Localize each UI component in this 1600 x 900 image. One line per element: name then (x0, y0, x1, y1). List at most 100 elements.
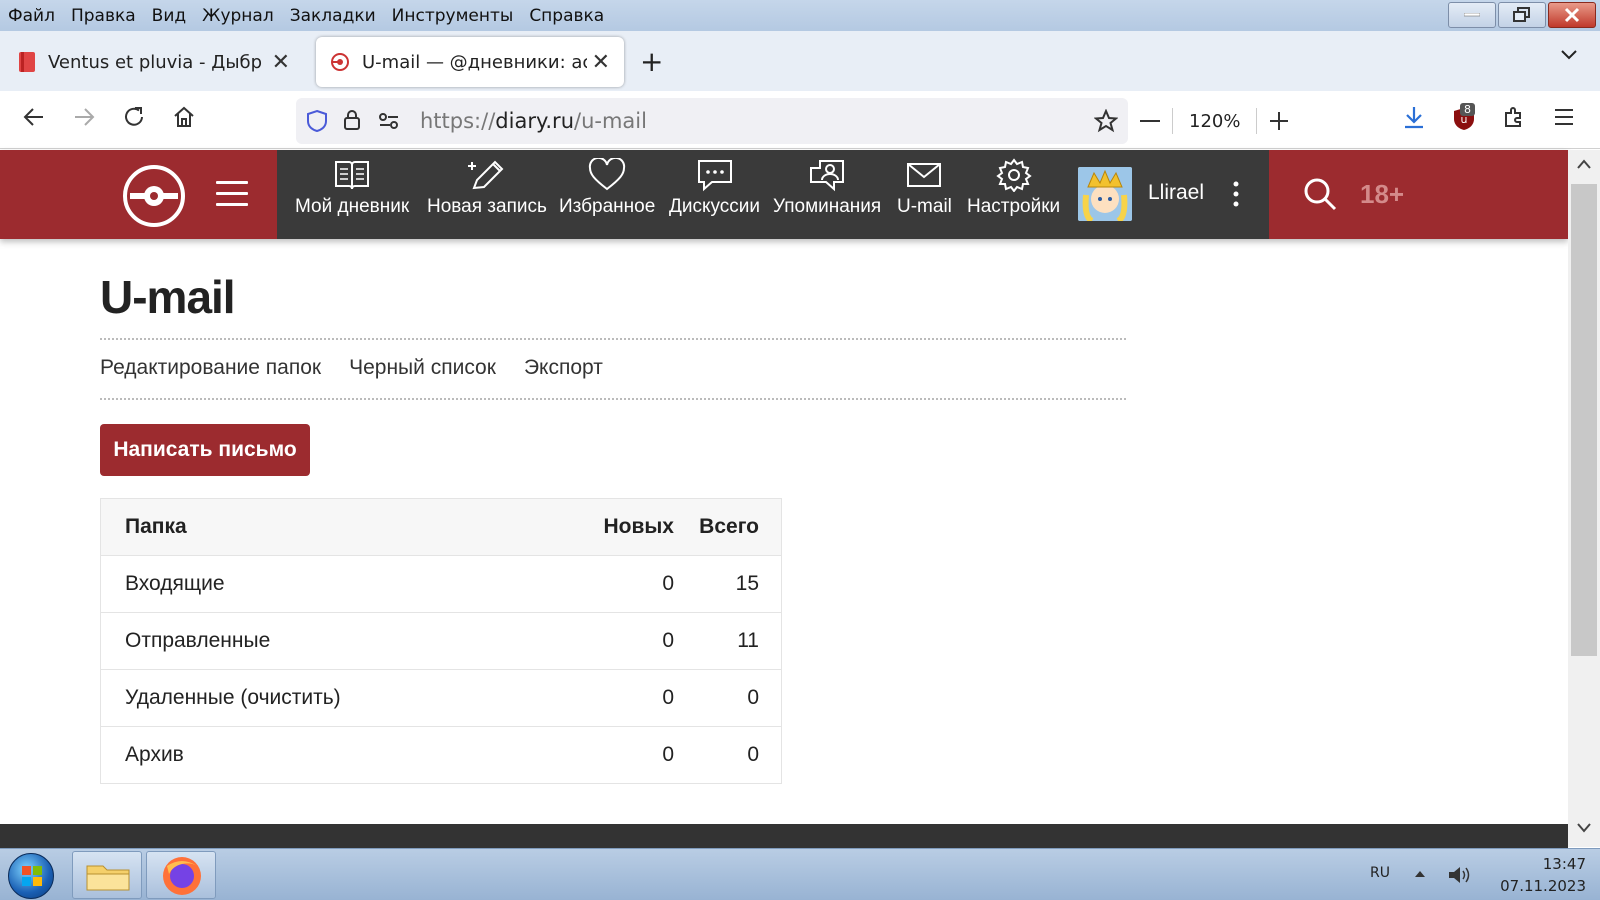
folder-name[interactable]: Входящие (101, 572, 571, 596)
window-controls (1448, 2, 1596, 28)
download-icon[interactable] (1402, 105, 1426, 131)
chat-icon (697, 160, 732, 192)
nav-label: U-mail (897, 196, 952, 217)
blacklist-link[interactable]: Черный список (349, 356, 496, 380)
menu-file[interactable]: Файл (0, 6, 63, 26)
nav-label: Мой дневник (295, 196, 410, 217)
shield-icon[interactable] (306, 109, 328, 133)
reload-icon[interactable] (122, 105, 146, 129)
restore-button[interactable] (1498, 2, 1546, 28)
nav-label: Настройки (967, 196, 1061, 217)
taskbar: RU 13:47 07.11.2023 (0, 848, 1600, 900)
tab-ventus[interactable]: Ventus et pluvia - Дыбр ✕ (4, 37, 304, 87)
nav-bar: https://diary.ru/u-mail 120% u 8 (0, 91, 1600, 149)
extensions-puzzle-icon[interactable] (1502, 105, 1526, 129)
restore-icon (1513, 7, 1530, 22)
bookmark-star-icon[interactable] (1094, 109, 1118, 133)
header-total: Всего (699, 515, 759, 538)
username[interactable]: Llirael (1148, 181, 1204, 205)
hamburger-menu-icon[interactable] (216, 181, 248, 214)
scroll-up-icon[interactable] (1576, 158, 1592, 170)
menu-edit[interactable]: Правка (63, 6, 144, 26)
folder-name[interactable]: Архив (101, 743, 571, 767)
scroll-down-icon[interactable] (1576, 822, 1592, 834)
diary-logo-icon[interactable] (122, 164, 186, 228)
folder-total-count: 0 (747, 743, 759, 766)
menu-help[interactable]: Справка (521, 6, 612, 26)
nav-favorites[interactable]: Избранное (559, 158, 655, 218)
language-indicator[interactable]: RU (1370, 865, 1390, 881)
url-text[interactable]: https://diary.ru/u-mail (420, 109, 647, 133)
forward-icon[interactable] (72, 105, 96, 129)
tab-close-button[interactable]: ✕ (592, 50, 610, 75)
folder-total-count: 0 (747, 686, 759, 709)
close-icon (1564, 7, 1580, 23)
clock-date[interactable]: 07.11.2023 (1486, 877, 1586, 895)
menu-history[interactable]: Журнал (194, 6, 282, 26)
folder-new-count: 0 (662, 743, 674, 766)
nav-umail[interactable]: U-mail (897, 158, 952, 218)
app-menu-icon[interactable] (1552, 105, 1576, 129)
scroll-thumb[interactable] (1571, 184, 1597, 656)
url-prefix: https:// (420, 109, 496, 133)
header-folder: Папка (125, 515, 187, 538)
vertical-scrollbar[interactable] (1568, 150, 1600, 847)
zoom-level[interactable]: 120% (1189, 111, 1240, 132)
minimize-icon (1464, 13, 1480, 17)
tab-close-button[interactable]: ✕ (272, 50, 290, 75)
divider (100, 338, 1126, 340)
minimize-button[interactable] (1448, 2, 1496, 28)
site-footer (0, 824, 1568, 848)
export-link[interactable]: Экспорт (524, 356, 603, 380)
nav-settings[interactable]: Настройки (967, 158, 1060, 218)
nav-mentions[interactable]: Упоминания (773, 158, 881, 218)
nav-label: Новая запись (427, 196, 547, 217)
age-rating-badge[interactable]: 18+ (1360, 179, 1404, 210)
clock-time[interactable]: 13:47 (1486, 855, 1586, 873)
address-bar[interactable]: https://diary.ru/u-mail (296, 98, 1128, 144)
search-icon[interactable] (1302, 176, 1338, 212)
taskbar-firefox[interactable] (146, 851, 216, 899)
back-icon[interactable] (22, 105, 46, 129)
home-icon[interactable] (172, 105, 196, 129)
divider (100, 398, 1126, 400)
menu-bar: Файл Правка Вид Журнал Закладки Инструме… (0, 0, 1600, 31)
folder-name[interactable]: Отправленные (101, 629, 571, 653)
windows-logo-icon (22, 866, 42, 886)
zoom-controls: 120% (1140, 101, 1289, 141)
edit-folders-link[interactable]: Редактирование папок (100, 356, 321, 380)
volume-icon[interactable] (1446, 863, 1472, 887)
pen-icon (467, 160, 504, 190)
table-row[interactable]: Отправленные 0 11 (101, 612, 781, 669)
bookmark-favicon-icon (19, 52, 35, 72)
taskbar-explorer[interactable] (72, 851, 142, 899)
menu-bookmarks[interactable]: Закладки (282, 6, 384, 26)
tab-title: Ventus et pluvia - Дыбр (48, 51, 263, 73)
more-vertical-icon[interactable] (1232, 180, 1240, 208)
folder-new-count: 0 (662, 629, 674, 652)
table-row[interactable]: Входящие 0 15 (101, 555, 781, 612)
permissions-icon[interactable] (378, 112, 400, 130)
tab-bar: Ventus et pluvia - Дыбр ✕ U-mail — @днев… (0, 31, 1600, 91)
menu-view[interactable]: Вид (144, 6, 194, 26)
start-button[interactable] (8, 853, 54, 899)
nav-label: Упоминания (773, 196, 882, 217)
nav-my-diary[interactable]: Мой дневник (295, 158, 409, 218)
zoom-in-icon[interactable] (1269, 111, 1289, 131)
new-tab-button[interactable]: + (640, 45, 663, 78)
tab-umail[interactable]: U-mail — @дневники: асоц ✕ (316, 37, 624, 87)
avatar-image (1078, 167, 1132, 221)
compose-button[interactable]: Написать письмо (100, 424, 310, 476)
nav-new-post[interactable]: Новая запись (427, 158, 547, 218)
tab-list-chevron-icon[interactable] (1560, 49, 1578, 61)
table-row[interactable]: Удаленные (очистить) 0 0 (101, 669, 781, 726)
folder-name[interactable]: Удаленные (очистить) (101, 686, 571, 710)
avatar[interactable] (1078, 167, 1132, 221)
lock-icon[interactable] (342, 108, 362, 132)
table-row[interactable]: Архив 0 0 (101, 726, 781, 783)
nav-discussions[interactable]: Дискуссии (669, 158, 760, 218)
menu-tools[interactable]: Инструменты (384, 6, 522, 26)
close-window-button[interactable] (1548, 2, 1596, 28)
tray-expand-icon[interactable] (1414, 869, 1426, 879)
zoom-out-icon[interactable] (1140, 119, 1160, 123)
